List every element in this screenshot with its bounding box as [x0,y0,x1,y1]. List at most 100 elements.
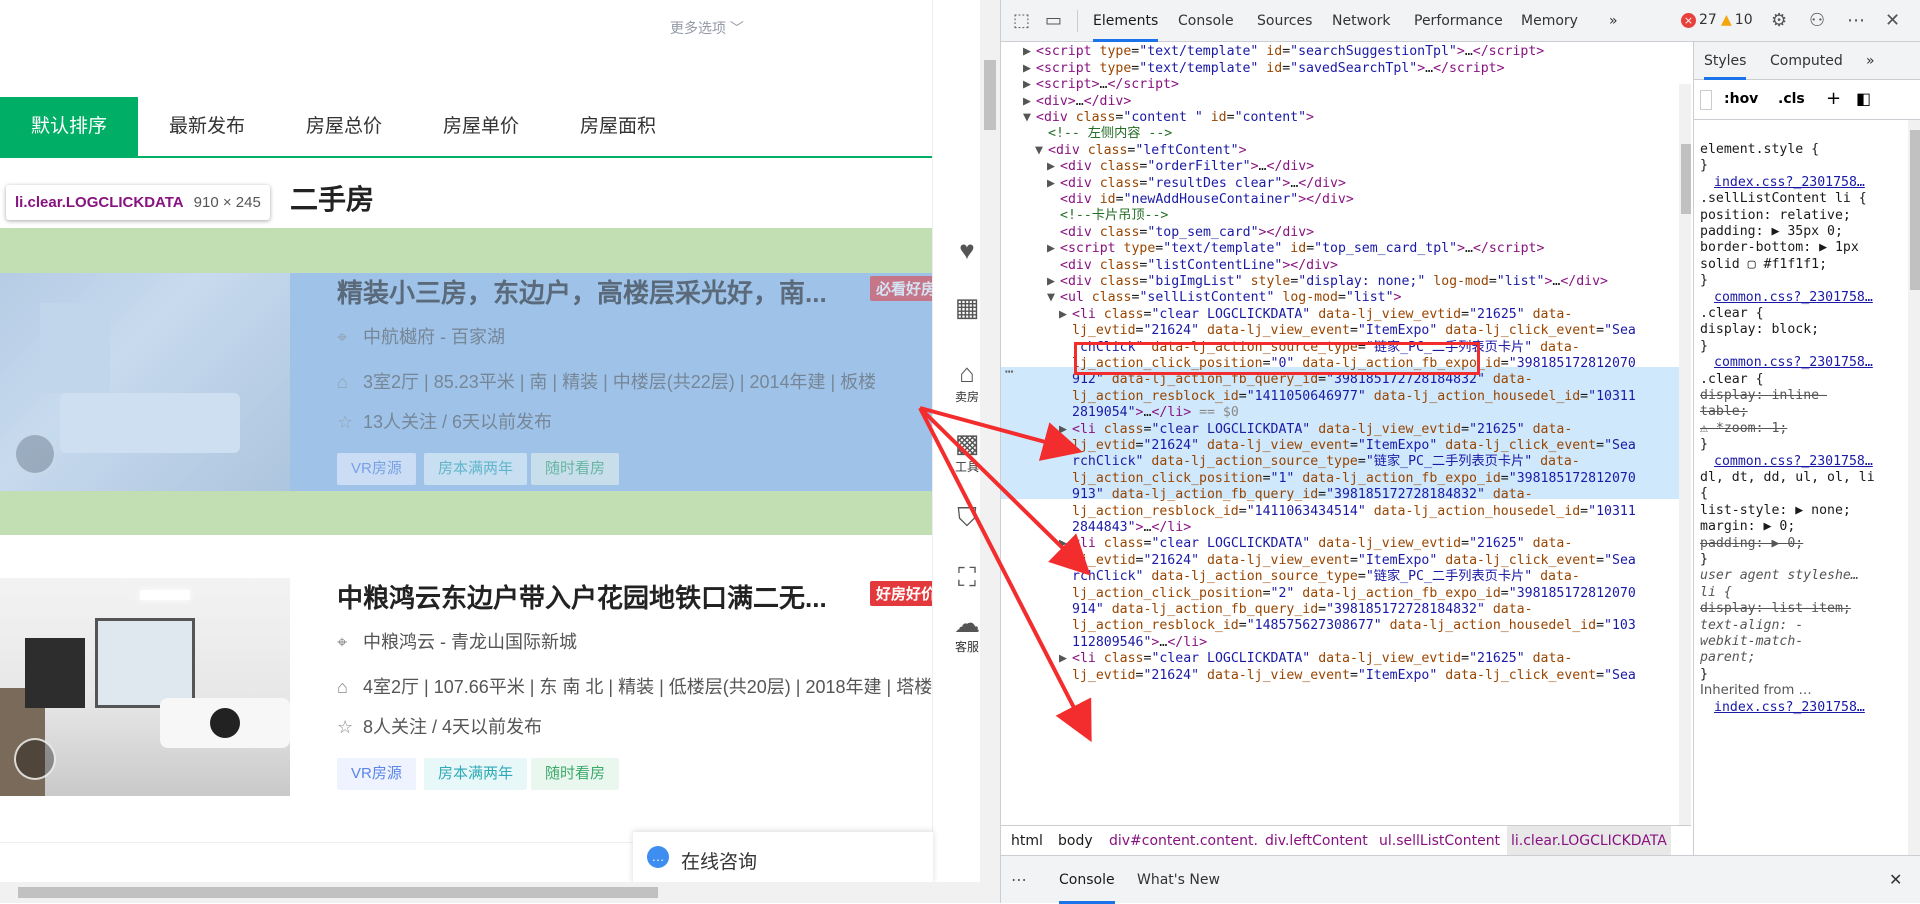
kebab-menu-icon[interactable]: ⋯ [1847,10,1865,31]
close-icon[interactable]: ✕ [1885,10,1900,31]
crumb-li[interactable]: li.clear.LOGCLICKDATA [1507,826,1671,856]
listing-follow: ☆ 8人关注 / 4天以前发布 [337,717,543,737]
elements-scrollbar[interactable] [1679,84,1691,825]
chat-bubble-icon: … [647,846,669,868]
listing-info: ⌂ 4室2厅 | 107.66平米 | 东 南 北 | 精装 | 低楼层(共20层… [337,677,933,697]
sidebar-toggle-icon[interactable]: ◧ [1856,89,1871,108]
webpage: 更多选项 ﹀ 默认排序 最新发布 房屋总价 房屋单价 房屋面积 二手房 li.c… [0,0,1000,903]
inspect-cursor-icon[interactable]: ⬚ [1013,10,1030,31]
star-icon: ☆ [337,717,354,737]
style-rule-line[interactable]: index.css?_2301758… [1714,175,1865,190]
style-rule-line: parent; [1700,650,1756,666]
page-horizontal-scrollbar[interactable] [0,882,1000,903]
tab-console[interactable]: Console [1178,0,1234,42]
listing-card[interactable]: 中粮鸿云东边户带入户花园地铁口满二无... 好房好价 ⌖ 中粮鸿云 - 青龙山国际… [0,578,940,796]
styles-tabs: Styles Computed » [1694,42,1920,80]
crumb-selllistcontent[interactable]: ul.sellListContent [1379,826,1500,856]
ellipsis-icon[interactable]: ⋯ [1005,362,1013,382]
cls-toggle[interactable]: .cls [1778,91,1805,107]
more-tabs[interactable]: » [1609,0,1618,42]
style-rule-line: } [1700,273,1708,289]
drawer-menu-icon[interactable]: ⋯ [1011,870,1027,889]
tab-computed[interactable]: Computed [1770,42,1843,80]
style-rule-line[interactable]: common.css?_2301758… [1714,290,1873,305]
style-rule-line: margin: ▶ 0; [1700,519,1796,535]
tab-area[interactable]: 房屋面积 [563,97,673,156]
tab-styles[interactable]: Styles [1704,42,1747,80]
style-rule-line[interactable]: common.css?_2301758… [1714,355,1873,370]
tab-unit-price[interactable]: 房屋单价 [426,97,536,156]
feedback-icon[interactable]: ⚇ [1809,10,1825,31]
more-styles-tabs[interactable]: » [1866,42,1875,80]
highlight-padding-bottom [0,491,1000,535]
crumb-html[interactable]: html [1011,826,1043,856]
styles-scrollbar[interactable] [1908,120,1920,855]
style-rule-line: user agent styleshe… [1700,568,1859,584]
style-rule-line: position: relative; [1700,207,1851,223]
style-rule-line: display: list-item; [1700,601,1851,617]
house-icon: ⌂ [337,677,348,697]
style-rule-line: } [1700,437,1708,453]
tab-total-price[interactable]: 房屋总价 [289,97,399,156]
crumb-content[interactable]: div#content.content. [1109,826,1258,856]
listing-title[interactable]: 中粮鸿云东边户带入户花园地铁口满二无... [337,578,827,615]
elements-tree[interactable]: ▶ <script type="text/template" id="search… [1001,42,1691,825]
tooltip-size: 910 × 245 [193,194,261,211]
online-consult[interactable]: … 在线咨询 [633,832,933,884]
device-toggle-icon[interactable]: ▭ [1045,10,1062,31]
listing-location[interactable]: ⌖ 中粮鸿云 - 青龙山国际新城 [337,628,577,654]
gear-icon[interactable]: ⚙ [1771,10,1787,31]
tab-elements[interactable]: Elements [1093,0,1159,42]
hov-toggle[interactable]: :hov [1724,91,1758,107]
pill-vr: VR房源 [337,758,416,790]
tab-default-sort[interactable]: 默认排序 [0,97,138,156]
style-rule-line[interactable]: common.css?_2301758… [1714,454,1873,469]
listing-location[interactable]: ⌖ 中航樾府 - 百家湖 [337,323,505,349]
dom-node-line[interactable]: lj_evtid="21624" data-lj_view_event="Ite… [1059,666,1636,686]
pill-anytime: 随时看房 [531,453,620,485]
style-rule-line: solid ▢ #f1f1f1; [1700,256,1828,272]
style-rule-line: ⚠ *zoom: 1; [1700,420,1788,436]
tab-latest[interactable]: 最新发布 [152,97,262,156]
house-icon: ⌂ [337,372,348,392]
style-rule-line: } [1700,158,1708,174]
style-rule-line: element.style { [1700,142,1820,157]
vr-icon [14,738,56,780]
tab-network[interactable]: Network [1332,0,1390,42]
crumb-leftcontent[interactable]: div.leftContent [1265,826,1368,856]
style-rule-line: display: inline- [1700,388,1828,403]
tab-memory[interactable]: Memory [1521,0,1578,42]
drawer-close-icon[interactable]: ✕ [1889,870,1902,889]
style-rule-line: .sellListContent li { [1700,191,1867,207]
crumb-body[interactable]: body [1058,826,1093,856]
drawer-tab-whats-new[interactable]: What's New [1137,856,1220,904]
more-options[interactable]: 更多选项 ﹀ [670,18,744,38]
listing-tag: 必看好房 [870,276,940,301]
listing-tag: 好房好价 [870,581,940,606]
sort-bar: 默认排序 最新发布 房屋总价 房屋单价 房屋面积 [0,97,932,158]
warning-count[interactable]: ▲ 10 [1721,12,1753,28]
listing-title[interactable]: 精装小三房，东边户，高楼层采光好，南... [337,273,827,310]
styles-pane: Styles Computed » :hov .cls + ◧ element.… [1693,42,1920,855]
vr-icon [14,433,56,475]
listing-card[interactable]: 精装小三房，东边户，高楼层采光好，南... 必看好房 ⌖ 中航樾府 - 百家湖 ⌂… [0,273,940,491]
pill-two-years: 房本满两年 [424,453,528,485]
listing-photo[interactable] [0,273,290,491]
pill-vr: VR房源 [337,453,416,485]
listing-photo[interactable] [0,578,290,796]
page-vertical-scrollbar[interactable] [980,0,1000,882]
tab-performance[interactable]: Performance [1414,0,1503,42]
style-rule-line: padding: ▶ 35px 0; [1700,224,1843,239]
new-rule-button[interactable]: + [1826,88,1841,109]
drawer-tab-console[interactable]: Console [1059,856,1115,904]
style-rule-line[interactable]: index.css?_2301758… [1714,700,1865,715]
inspect-tooltip: li.clear.LOGCLICKDATA 910 × 245 [6,185,270,220]
filter-input[interactable] [1700,90,1712,110]
pill-two-years: 房本满两年 [424,758,528,790]
tab-sources[interactable]: Sources [1257,0,1312,42]
style-rule-line: li { [1700,584,1732,600]
error-count[interactable]: × 27 [1681,12,1717,28]
style-rule-line: list-style: ▶ none; [1700,502,1851,518]
style-rule-line: } [1700,666,1708,682]
highlight-padding-top [0,228,1000,273]
